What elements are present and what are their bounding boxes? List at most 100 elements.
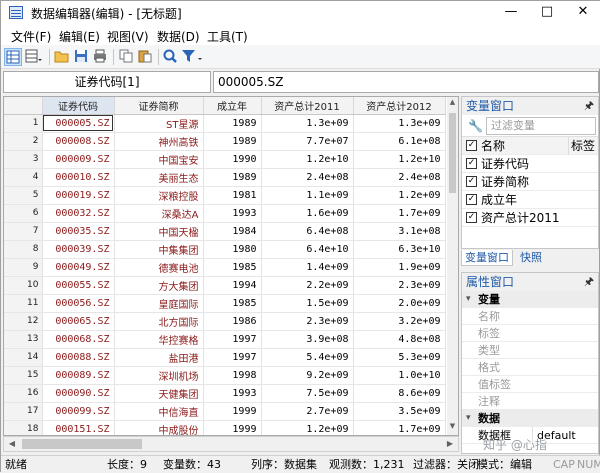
table-row[interactable]: 8 000039.SZ 中集集团 1980 6.4e+10 6.3e+10 bbox=[4, 240, 446, 259]
cell-assets-2012[interactable]: 1.9e+09 bbox=[353, 258, 446, 277]
table-row[interactable]: 16 000090.SZ 天健集团 1993 7.5e+09 8.6e+09 bbox=[4, 384, 446, 403]
cell-security-code[interactable]: 000010.SZ bbox=[42, 168, 115, 187]
cell-security-name[interactable]: 中集集团 bbox=[114, 240, 204, 259]
variable-item[interactable]: ✓ 证券简称 bbox=[462, 173, 598, 191]
cell-assets-2012[interactable]: 6.3e+10 bbox=[353, 240, 446, 259]
grid-dropdown-button[interactable] bbox=[25, 48, 43, 66]
menu-edit[interactable]: 编辑(E) bbox=[59, 28, 100, 45]
cell-founded-year[interactable]: 1990 bbox=[203, 150, 262, 169]
cell-assets-2011[interactable]: 1.2e+09 bbox=[261, 420, 354, 435]
cell-assets-2012[interactable]: 2.4e+08 bbox=[353, 168, 446, 187]
cell-assets-2011[interactable]: 1.4e+09 bbox=[261, 258, 354, 277]
cell-founded-year[interactable]: 1989 bbox=[203, 168, 262, 187]
table-row[interactable]: 5 000019.SZ 深粮控股 1981 1.1e+09 1.2e+09 bbox=[4, 186, 446, 205]
row-number[interactable]: 2 bbox=[4, 132, 43, 151]
table-row[interactable]: 2 000008.SZ 神州高铁 1989 7.7e+07 6.1e+08 bbox=[4, 132, 446, 151]
cell-assets-2011[interactable]: 9.2e+09 bbox=[261, 366, 354, 385]
cell-assets-2012[interactable]: 1.2e+09 bbox=[353, 186, 446, 205]
cell-founded-year[interactable]: 1989 bbox=[203, 132, 262, 151]
column-header[interactable]: 证券简称 bbox=[114, 97, 204, 115]
cell-security-code[interactable]: 000090.SZ bbox=[42, 384, 115, 403]
cell-security-name[interactable]: 皇庭国际 bbox=[114, 294, 204, 313]
row-number[interactable]: 8 bbox=[4, 240, 43, 259]
pin-icon[interactable]: 🖈 bbox=[584, 273, 594, 291]
menu-tools[interactable]: 工具(T) bbox=[207, 28, 248, 45]
cell-assets-2012[interactable]: 1.7e+09 bbox=[353, 420, 446, 435]
row-number[interactable]: 14 bbox=[4, 348, 43, 367]
cell-assets-2011[interactable]: 1.3e+09 bbox=[261, 114, 354, 133]
property-row[interactable]: 类型 bbox=[462, 342, 598, 359]
minimize-button[interactable]: — bbox=[493, 1, 529, 25]
cell-assets-2012[interactable]: 3.1e+08 bbox=[353, 222, 446, 241]
cell-security-code[interactable]: 000151.SZ bbox=[42, 420, 115, 435]
cell-assets-2012[interactable]: 1.0e+10 bbox=[353, 366, 446, 385]
variable-item[interactable]: ✓ 证券代码 bbox=[462, 155, 598, 173]
variable-filter-input[interactable]: 过滤变量 bbox=[486, 117, 596, 135]
cell-security-code[interactable]: 000032.SZ bbox=[42, 204, 115, 223]
table-row[interactable]: 3 000009.SZ 中国宝安 1990 1.2e+10 1.2e+10 bbox=[4, 150, 446, 169]
cell-founded-year[interactable]: 1981 bbox=[203, 186, 262, 205]
cell-assets-2012[interactable]: 6.1e+08 bbox=[353, 132, 446, 151]
scroll-up-icon[interactable]: ▲ bbox=[447, 98, 458, 110]
scroll-right-icon[interactable]: ▶ bbox=[442, 437, 458, 451]
property-row[interactable]: 标签 bbox=[462, 325, 598, 342]
row-number[interactable]: 11 bbox=[4, 294, 43, 313]
cell-founded-year[interactable]: 1986 bbox=[203, 312, 262, 331]
cell-assets-2012[interactable]: 2.3e+09 bbox=[353, 276, 446, 295]
cell-value-field[interactable]: 000005.SZ bbox=[213, 71, 599, 93]
row-number[interactable]: 16 bbox=[4, 384, 43, 403]
table-row[interactable]: 14 000088.SZ 盐田港 1997 5.4e+09 5.3e+09 bbox=[4, 348, 446, 367]
row-number[interactable]: 17 bbox=[4, 402, 43, 421]
variable-item[interactable]: ✓ 资产总计2011 bbox=[462, 209, 598, 227]
cell-security-code[interactable]: 000055.SZ bbox=[42, 276, 115, 295]
cell-assets-2012[interactable]: 1.3e+09 bbox=[353, 114, 446, 133]
save-button[interactable] bbox=[73, 48, 91, 66]
cell-security-code[interactable]: 000088.SZ bbox=[42, 348, 115, 367]
cell-security-name[interactable]: 美丽生态 bbox=[114, 168, 204, 187]
property-row[interactable]: 注释 bbox=[462, 393, 598, 410]
cell-security-code[interactable]: 000019.SZ bbox=[42, 186, 115, 205]
table-row[interactable]: 9 000049.SZ 德赛电池 1985 1.4e+09 1.9e+09 bbox=[4, 258, 446, 277]
column-header[interactable]: 资产总计2012 bbox=[353, 97, 446, 115]
property-row[interactable]: 名称 bbox=[462, 308, 598, 325]
column-header[interactable]: 成立年 bbox=[203, 97, 262, 115]
cell-founded-year[interactable]: 1999 bbox=[203, 402, 262, 421]
cell-assets-2012[interactable]: 3.5e+09 bbox=[353, 402, 446, 421]
cell-security-name[interactable]: 中信海直 bbox=[114, 402, 204, 421]
cell-assets-2011[interactable]: 1.6e+09 bbox=[261, 204, 354, 223]
cell-security-name[interactable]: 德赛电池 bbox=[114, 258, 204, 277]
cell-security-code[interactable]: 000089.SZ bbox=[42, 366, 115, 385]
cell-security-code[interactable]: 000005.SZ bbox=[42, 114, 115, 133]
cell-assets-2011[interactable]: 2.3e+09 bbox=[261, 312, 354, 331]
grid-horizontal-scrollbar[interactable]: ◀ ▶ bbox=[3, 436, 459, 452]
paste-button[interactable] bbox=[137, 48, 155, 66]
row-number[interactable]: 3 bbox=[4, 150, 43, 169]
table-row[interactable]: 17 000099.SZ 中信海直 1999 2.7e+09 3.5e+09 bbox=[4, 402, 446, 421]
cell-assets-2011[interactable]: 6.4e+10 bbox=[261, 240, 354, 259]
cell-assets-2011[interactable]: 2.7e+09 bbox=[261, 402, 354, 421]
cell-security-code[interactable]: 000049.SZ bbox=[42, 258, 115, 277]
close-button[interactable]: ✕ bbox=[565, 1, 600, 25]
property-category-data[interactable]: 数据 bbox=[462, 410, 598, 427]
cell-security-code[interactable]: 000099.SZ bbox=[42, 402, 115, 421]
variable-checkbox[interactable]: ✓ bbox=[466, 212, 477, 223]
cell-security-code[interactable]: 000056.SZ bbox=[42, 294, 115, 313]
table-row[interactable]: 15 000089.SZ 深圳机场 1998 9.2e+09 1.0e+10 bbox=[4, 366, 446, 385]
cell-founded-year[interactable]: 1993 bbox=[203, 204, 262, 223]
cell-security-name[interactable]: 北方国际 bbox=[114, 312, 204, 331]
open-button[interactable] bbox=[54, 48, 72, 66]
copy-button[interactable] bbox=[118, 48, 136, 66]
variable-checkbox[interactable]: ✓ bbox=[466, 194, 477, 205]
row-number[interactable]: 10 bbox=[4, 276, 43, 295]
cell-assets-2011[interactable]: 1.2e+10 bbox=[261, 150, 354, 169]
cell-founded-year[interactable]: 1984 bbox=[203, 222, 262, 241]
cell-security-name[interactable]: 方大集团 bbox=[114, 276, 204, 295]
cell-assets-2012[interactable]: 8.6e+09 bbox=[353, 384, 446, 403]
row-number[interactable]: 9 bbox=[4, 258, 43, 277]
table-row[interactable]: 13 000068.SZ 华控赛格 1997 3.9e+08 4.8e+08 bbox=[4, 330, 446, 349]
tab-snapshot[interactable]: 快照 bbox=[517, 250, 545, 266]
cell-security-name[interactable]: 中成股份 bbox=[114, 420, 204, 435]
row-number[interactable]: 6 bbox=[4, 204, 43, 223]
table-row[interactable]: 10 000055.SZ 方大集团 1994 2.2e+09 2.3e+09 bbox=[4, 276, 446, 295]
maximize-button[interactable]: □ bbox=[529, 1, 565, 25]
